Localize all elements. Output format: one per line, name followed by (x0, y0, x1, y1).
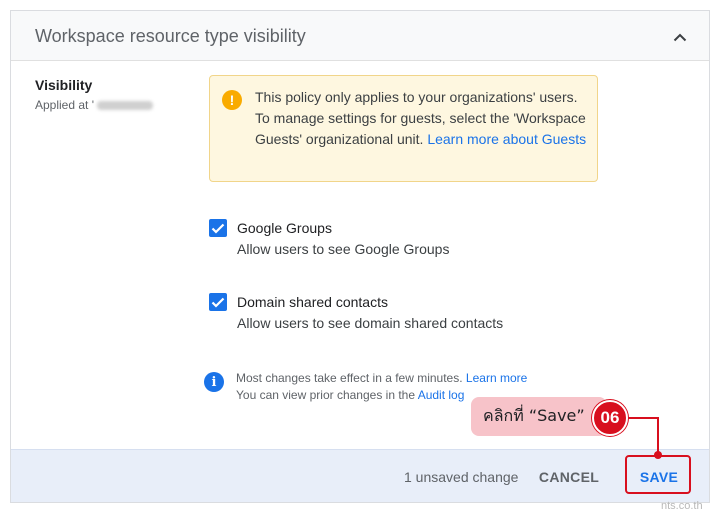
setting-label: Visibility (35, 77, 93, 93)
option-description: Allow users to see domain shared contact… (237, 315, 504, 331)
option-domain-shared-contacts[interactable]: Domain shared contacts Allow users to se… (209, 292, 503, 333)
option-description: Allow users to see Google Groups (237, 241, 450, 257)
info-line-2: You can view prior changes in the (236, 388, 416, 402)
warning-banner: ! This policy only applies to your organ… (209, 75, 598, 182)
watermark: nts.co.th (661, 500, 703, 512)
callout-connector (628, 417, 659, 419)
chevron-up-icon (673, 33, 687, 41)
cancel-button[interactable]: CANCEL (534, 460, 604, 494)
panel-header[interactable]: Workspace resource type visibility (11, 11, 709, 61)
panel-title: Workspace resource type visibility (35, 26, 306, 46)
save-button-highlight (625, 455, 691, 494)
info-line-1: Most changes take effect in a few minute… (236, 371, 463, 385)
step-number-badge: 06 (592, 400, 628, 436)
google-groups-checkbox[interactable] (209, 219, 227, 237)
callout-connector-vertical (657, 417, 659, 453)
audit-log-link[interactable]: Audit log (418, 388, 465, 402)
applied-at-label: Applied at ' (35, 98, 94, 112)
warning-icon: ! (222, 90, 242, 110)
collapse-button[interactable] (669, 26, 691, 48)
learn-more-guests-link[interactable]: Learn more about Guests (427, 131, 586, 147)
applied-at: Applied at ' (35, 98, 153, 112)
instruction-callout: คลิกที่ “Save” (471, 397, 607, 436)
checkmark-icon (211, 223, 225, 234)
redacted-org-name (97, 100, 153, 110)
option-google-groups[interactable]: Google Groups Allow users to see Google … (209, 218, 449, 259)
option-title: Domain shared contacts (237, 294, 388, 310)
learn-more-link[interactable]: Learn more (466, 371, 527, 385)
option-title: Google Groups (237, 220, 332, 236)
checkmark-icon (211, 297, 225, 308)
info-icon: i (204, 372, 224, 392)
domain-shared-contacts-checkbox[interactable] (209, 293, 227, 311)
action-footer: 1 unsaved change CANCEL SAVE (11, 449, 709, 502)
unsaved-changes-status: 1 unsaved change (404, 469, 519, 485)
warning-text: This policy only applies to your organiz… (255, 87, 590, 150)
